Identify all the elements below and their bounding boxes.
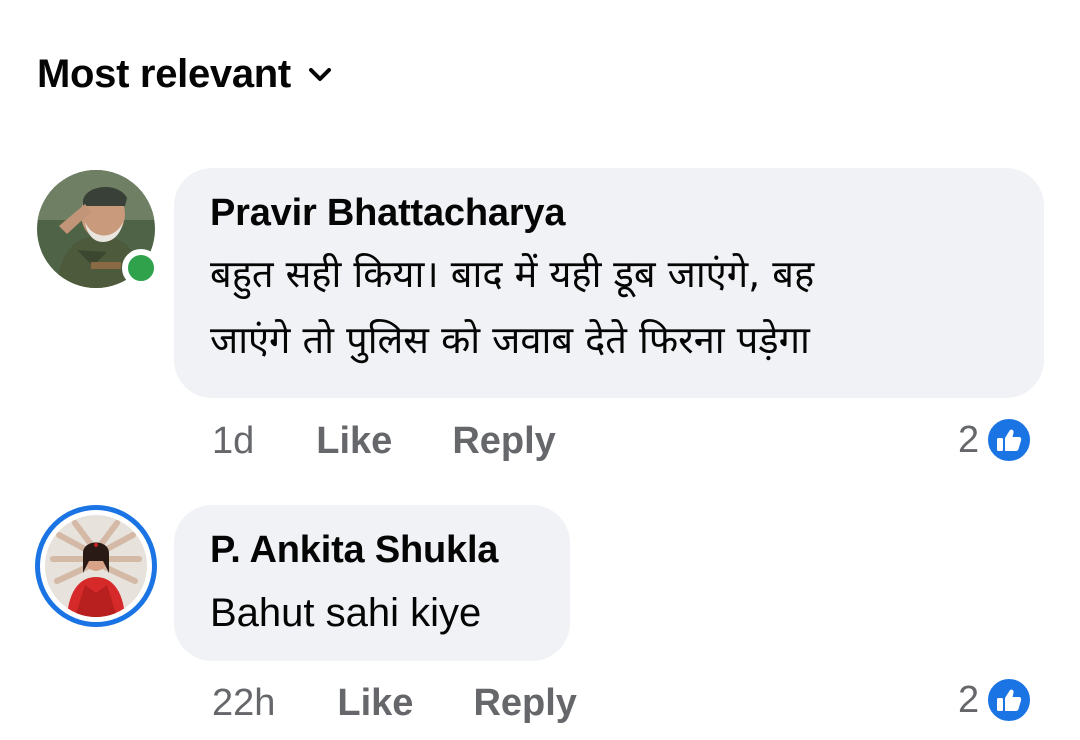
comment-text-line: जाएंगे तो पुलिस को जवाब देते फिरना पड़ेग… [210, 318, 810, 362]
like-button[interactable]: Like [316, 420, 392, 463]
thumbs-up-icon [985, 416, 1034, 464]
comment-timestamp[interactable]: 1d [212, 420, 254, 463]
like-button[interactable]: Like [337, 682, 413, 725]
comment-sort-dropdown[interactable]: Most relevant [37, 52, 331, 97]
chevron-down-icon [308, 64, 331, 86]
comment-text-line: बहुत सही किया। बाद में यही डूब जाएंगे, ब… [210, 252, 815, 296]
reaction-count: 2 [958, 418, 980, 461]
comment-bubble[interactable]: P. Ankita Shukla Bahut sahi kiye [174, 505, 570, 661]
online-status-indicator [122, 249, 160, 287]
avatar[interactable] [35, 505, 157, 627]
comment-text: Bahut sahi kiye [210, 591, 482, 635]
reaction-count: 2 [958, 678, 980, 721]
thumbs-up-icon [985, 676, 1034, 724]
comment-timestamp[interactable]: 22h [212, 682, 275, 725]
reply-button[interactable]: Reply [452, 420, 555, 463]
reaction-summary[interactable]: 2 [958, 676, 1034, 724]
reaction-summary[interactable]: 2 [958, 416, 1034, 464]
comment-actions: 1d Like Reply [212, 420, 556, 463]
reply-button[interactable]: Reply [473, 682, 576, 725]
avatar-image [45, 515, 147, 617]
sort-label: Most relevant [37, 52, 291, 96]
comment-bubble[interactable]: Pravir Bhattacharya बहुत सही किया। बाद म… [174, 168, 1044, 398]
comment-author[interactable]: Pravir Bhattacharya [210, 190, 1008, 236]
comment-actions: 22h Like Reply [212, 682, 577, 725]
comment-author[interactable]: P. Ankita Shukla [210, 527, 534, 573]
